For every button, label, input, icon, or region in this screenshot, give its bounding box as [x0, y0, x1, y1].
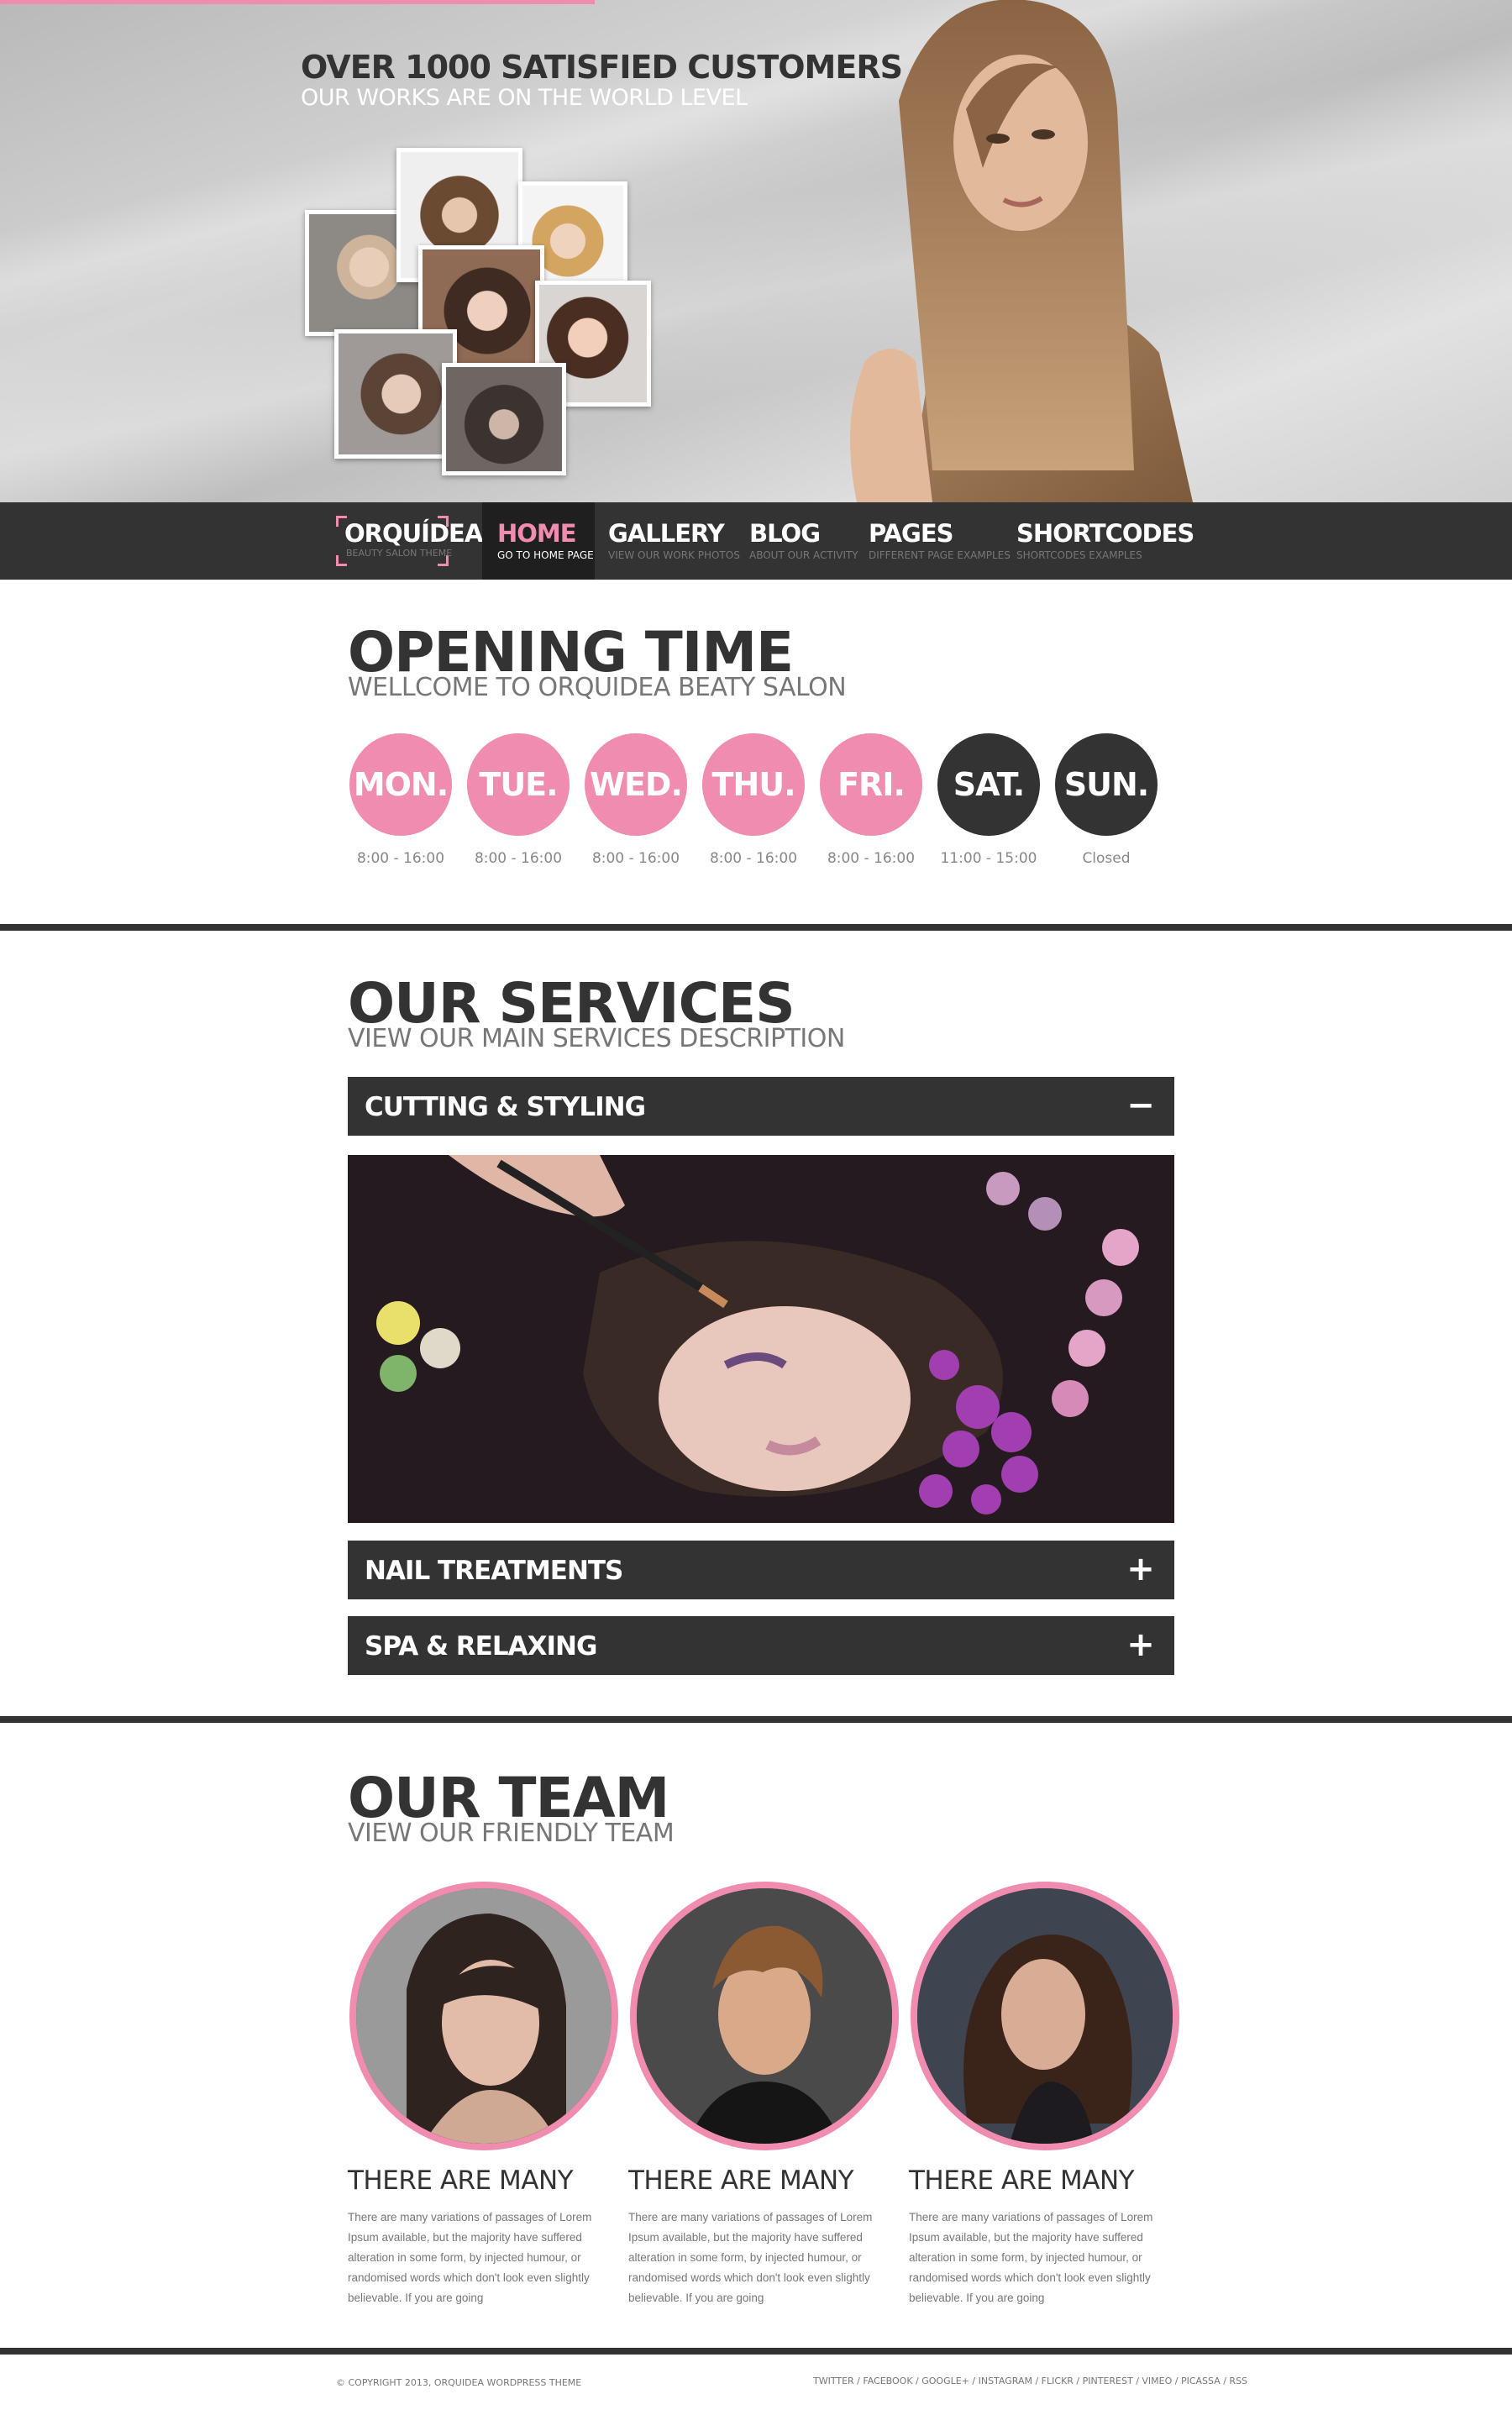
team-member-photo[interactable]: [911, 1882, 1179, 2150]
team-member-name: There are many: [909, 2166, 1135, 2196]
day-hours: Closed: [1082, 850, 1131, 867]
team-member-description: There are many variations of passages of…: [628, 2211, 873, 2304]
plus-icon[interactable]: +: [1124, 1628, 1158, 1662]
accordion-cutting-styling[interactable]: Cutting & Styling −: [348, 1077, 1174, 1136]
minus-icon[interactable]: −: [1124, 1089, 1158, 1122]
day-circle-fri: Fri.: [820, 733, 922, 836]
footer-divider: [0, 2348, 1512, 2355]
day-hours: 8:00 - 16:00: [709, 850, 798, 867]
day-circle-tue: Tue.: [467, 733, 570, 836]
day-hours: 11:00 - 15:00: [940, 850, 1037, 867]
nav-item-label: Pages: [869, 519, 954, 548]
service-image: [348, 1155, 1174, 1523]
footer-social-links[interactable]: Twitter / Facebook / Google+ / Instagram…: [813, 2376, 1247, 2386]
main-navigation: ORQUÍDEA Beauty salon theme Home Go to h…: [0, 502, 1512, 580]
day-hours: 8:00 - 16:00: [474, 850, 563, 867]
nav-item-blog[interactable]: Blog About our activity: [734, 502, 858, 580]
day-hours: 8:00 - 16:00: [827, 850, 916, 867]
top-accent-line: [0, 0, 595, 4]
team-member-name: There are many: [348, 2166, 574, 2196]
nav-item-label: Home: [497, 519, 577, 548]
team-member-description: There are many variations of passages of…: [909, 2211, 1153, 2304]
team-member-description: There are many variations of passages of…: [348, 2211, 592, 2304]
day-circle-mon: Mon.: [349, 733, 452, 836]
nav-item-sublabel: Shortcodes examples: [1016, 549, 1142, 561]
section-divider: [0, 1716, 1512, 1723]
accordion-title: Spa & Relaxing: [365, 1631, 597, 1662]
nav-item-sublabel: View our work photos: [608, 549, 740, 561]
accordion-spa-relaxing[interactable]: Spa & Relaxing +: [348, 1616, 1174, 1675]
nav-item-label: Shortcodes: [1016, 519, 1194, 548]
nav-item-label: Blog: [749, 519, 821, 548]
nav-item-gallery[interactable]: Gallery View our work photos: [593, 502, 740, 580]
nav-item-home[interactable]: Home Go to home page: [482, 502, 595, 580]
hero-model-image: [850, 0, 1193, 502]
team-member-photo[interactable]: [349, 1882, 618, 2150]
hero-banner: Over 1000 satisfied customers Our works …: [0, 0, 1512, 502]
accordion-nail-treatments[interactable]: Nail treatments +: [348, 1541, 1174, 1599]
nav-item-shortcodes[interactable]: Shortcodes Shortcodes examples: [1001, 502, 1194, 580]
accordion-title: Nail treatments: [365, 1556, 623, 1586]
logo-name: ORQUÍDEA: [344, 519, 483, 548]
day-circle-thu: Thu.: [702, 733, 805, 836]
footer-copyright: © Copyright 2013, Orquidea Wordpress The…: [336, 2377, 582, 2388]
day-hours: 8:00 - 16:00: [356, 850, 445, 867]
team-member-name: There are many: [628, 2166, 854, 2196]
logo-tagline: Beauty salon theme: [346, 548, 453, 559]
day-circle-sun: Sun.: [1055, 733, 1158, 836]
site-logo[interactable]: ORQUÍDEA Beauty salon theme: [336, 516, 483, 566]
nav-item-label: Gallery: [608, 519, 725, 548]
collage-photo[interactable]: [334, 329, 457, 459]
hero-subtitle: Our works are on the world level: [301, 85, 748, 111]
nav-item-pages[interactable]: Pages Different page examples: [853, 502, 1011, 580]
opening-subtitle: Wellcome to Orquidea Beaty Salon: [348, 673, 847, 702]
section-divider: [0, 924, 1512, 931]
plus-icon[interactable]: +: [1124, 1552, 1158, 1586]
team-member-photo[interactable]: [630, 1882, 899, 2150]
services-subtitle: View our main services description: [348, 1024, 845, 1053]
day-circle-wed: Wed.: [585, 733, 687, 836]
team-subtitle: View our friendly team: [348, 1819, 675, 1848]
accordion-title: Cutting & Styling: [365, 1092, 646, 1122]
nav-item-sublabel: Go to home page: [497, 549, 594, 561]
nav-item-sublabel: Different page examples: [869, 549, 1011, 561]
day-circle-sat: Sat.: [937, 733, 1040, 836]
collage-photo[interactable]: [442, 363, 566, 475]
nav-item-sublabel: About our activity: [749, 549, 858, 561]
day-hours: 8:00 - 16:00: [591, 850, 680, 867]
